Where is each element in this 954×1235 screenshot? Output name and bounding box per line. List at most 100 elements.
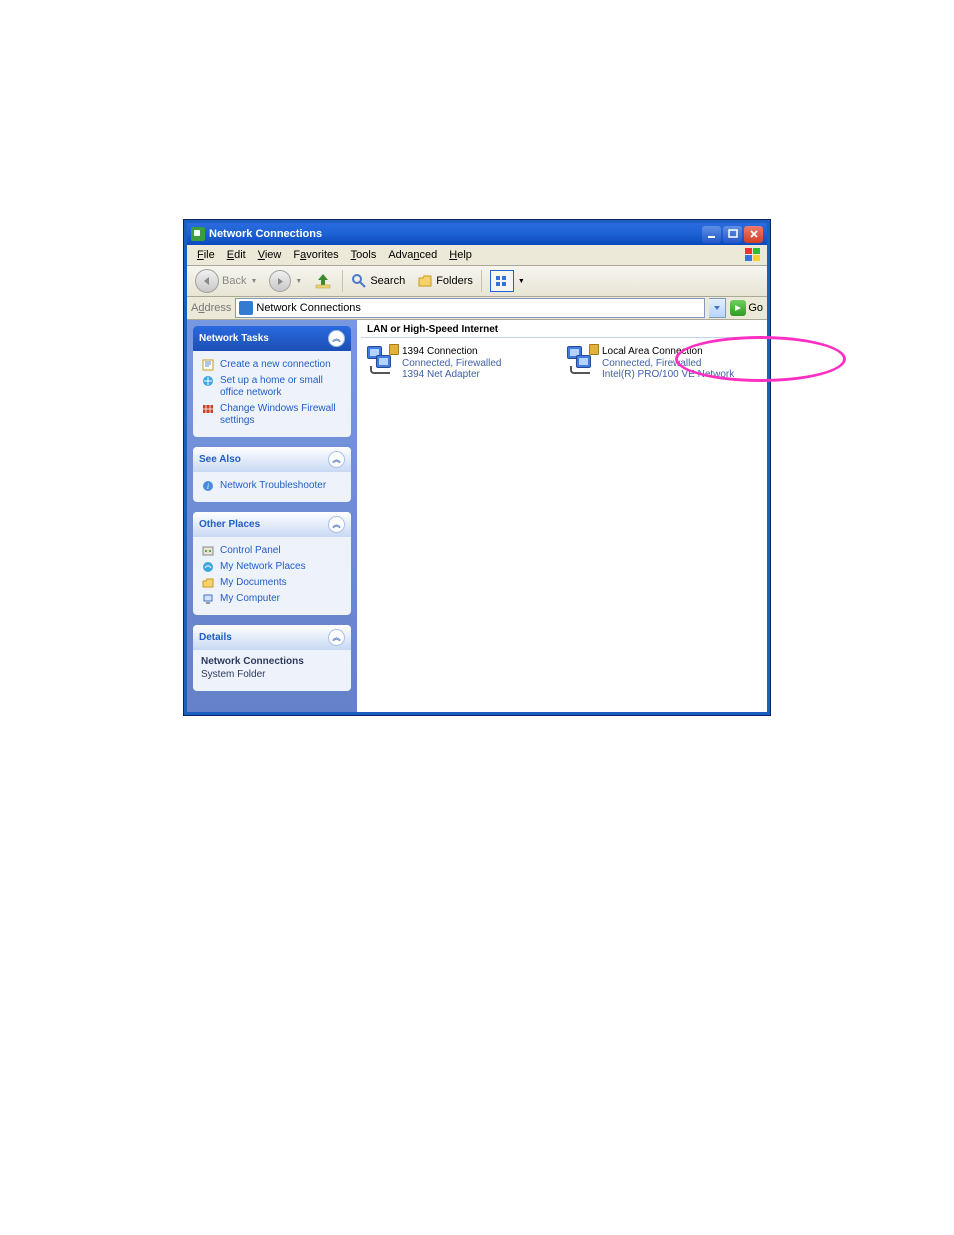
search-label: Search xyxy=(370,275,405,287)
control-panel-icon xyxy=(201,545,215,557)
collapse-icon: ︽ xyxy=(328,629,345,646)
connection-item-1394[interactable]: 1394 Connection Connected, Firewalled 13… xyxy=(367,346,537,381)
wizard-icon xyxy=(201,359,215,371)
back-label: Back xyxy=(222,275,246,287)
connection-device: Intel(R) PRO/100 VE Network xyxy=(602,369,734,381)
network-connections-icon xyxy=(191,227,205,241)
minimize-button[interactable] xyxy=(702,226,721,243)
connection-title: Local Area Connection xyxy=(602,346,734,358)
svg-text:i: i xyxy=(207,482,209,491)
task-label: Create a new connection xyxy=(220,359,331,371)
panel-title: Other Places xyxy=(199,519,260,530)
link-network-troubleshooter[interactable]: i Network Troubleshooter xyxy=(201,478,343,494)
menu-bar: File Edit View Favorites Tools Advanced … xyxy=(187,245,767,266)
task-label: Change Windows Firewall settings xyxy=(220,403,343,427)
maximize-button[interactable] xyxy=(723,226,742,243)
search-button[interactable]: Search xyxy=(347,271,409,291)
go-label: Go xyxy=(748,302,763,314)
views-button[interactable]: ▼ xyxy=(486,268,529,294)
titlebar[interactable]: Network Connections xyxy=(187,223,767,245)
firewall-icon xyxy=(201,403,215,427)
group-header: LAN or High-Speed Internet xyxy=(361,320,763,338)
connection-icon xyxy=(567,346,597,376)
firewall-lock-icon xyxy=(389,344,399,355)
body: Network Tasks ︽ Create a new connection … xyxy=(187,320,767,712)
forward-button[interactable]: ▼ xyxy=(265,268,306,294)
content-area[interactable]: LAN or High-Speed Internet 1394 Connecti… xyxy=(357,320,767,712)
panel-see-also: See Also ︽ i Network Troubleshooter xyxy=(193,447,351,502)
folders-button[interactable]: Folders xyxy=(413,271,477,291)
menu-edit[interactable]: Edit xyxy=(221,247,252,263)
toolbar: Back ▼ ▼ Search Folders xyxy=(187,266,767,297)
go-button[interactable]: Go xyxy=(730,300,763,316)
address-dropdown[interactable] xyxy=(709,298,726,318)
back-button[interactable]: Back ▼ xyxy=(191,267,261,295)
toolbar-separator xyxy=(481,270,482,292)
up-button[interactable] xyxy=(310,269,338,293)
panel-title: Details xyxy=(199,632,232,643)
firewall-lock-icon xyxy=(589,344,599,355)
address-icon xyxy=(239,301,253,315)
link-label: My Documents xyxy=(220,577,287,589)
link-label: Network Troubleshooter xyxy=(220,480,326,492)
task-label: Set up a home or small office network xyxy=(220,375,343,399)
menu-advanced[interactable]: Advanced xyxy=(382,247,443,263)
menu-tools[interactable]: Tools xyxy=(345,247,383,263)
link-label: Control Panel xyxy=(220,545,281,557)
window: Network Connections File Edit View Favor… xyxy=(184,220,770,715)
panel-head-see-also[interactable]: See Also ︽ xyxy=(193,447,351,472)
go-icon xyxy=(730,300,746,316)
address-label: Address xyxy=(191,302,231,314)
views-icon xyxy=(490,270,514,292)
details-name: Network Connections xyxy=(201,656,343,669)
panel-head-network-tasks[interactable]: Network Tasks ︽ xyxy=(193,326,351,351)
task-create-connection[interactable]: Create a new connection xyxy=(201,357,343,373)
link-my-network-places[interactable]: My Network Places xyxy=(201,559,343,575)
task-setup-home-network[interactable]: Set up a home or small office network xyxy=(201,373,343,401)
connection-status: Connected, Firewalled xyxy=(402,358,502,370)
computer-icon xyxy=(201,593,215,605)
folders-label: Folders xyxy=(436,275,473,287)
collapse-icon: ︽ xyxy=(328,451,345,468)
link-label: My Computer xyxy=(220,593,280,605)
menu-help[interactable]: Help xyxy=(443,247,478,263)
sidebar: Network Tasks ︽ Create a new connection … xyxy=(187,320,357,712)
collapse-icon: ︽ xyxy=(328,330,345,347)
connection-icon xyxy=(367,346,397,376)
network-places-icon xyxy=(201,561,215,573)
link-my-documents[interactable]: My Documents xyxy=(201,575,343,591)
panel-other-places: Other Places ︽ Control Panel My Network … xyxy=(193,512,351,615)
connection-device: 1394 Net Adapter xyxy=(402,369,502,381)
panel-head-details[interactable]: Details ︽ xyxy=(193,625,351,650)
address-bar: Address Network Connections Go xyxy=(187,297,767,320)
back-dropdown-icon: ▼ xyxy=(250,278,257,285)
panel-title: Network Tasks xyxy=(199,333,269,344)
connection-status: Connected, Firewalled xyxy=(602,358,734,370)
folder-icon xyxy=(201,577,215,589)
close-button[interactable] xyxy=(744,226,763,243)
back-icon xyxy=(195,269,219,293)
details-type: System Folder xyxy=(201,669,343,682)
address-input[interactable]: Network Connections xyxy=(235,298,705,318)
forward-icon xyxy=(269,270,291,292)
windows-flag-icon xyxy=(745,248,763,262)
link-control-panel[interactable]: Control Panel xyxy=(201,543,343,559)
info-icon: i xyxy=(201,480,215,492)
toolbar-separator xyxy=(342,270,343,292)
panel-network-tasks: Network Tasks ︽ Create a new connection … xyxy=(193,326,351,437)
link-label: My Network Places xyxy=(220,561,306,573)
link-my-computer[interactable]: My Computer xyxy=(201,591,343,607)
collapse-icon: ︽ xyxy=(328,516,345,533)
network-setup-icon xyxy=(201,375,215,399)
panel-head-other-places[interactable]: Other Places ︽ xyxy=(193,512,351,537)
menu-file[interactable]: File xyxy=(191,247,221,263)
menu-view[interactable]: View xyxy=(252,247,288,263)
address-value: Network Connections xyxy=(256,302,361,314)
connection-item-lan[interactable]: Local Area Connection Connected, Firewal… xyxy=(567,346,737,381)
connection-title: 1394 Connection xyxy=(402,346,502,358)
panel-title: See Also xyxy=(199,454,241,465)
panel-details: Details ︽ Network Connections System Fol… xyxy=(193,625,351,691)
menu-favorites[interactable]: Favorites xyxy=(287,247,344,263)
task-firewall-settings[interactable]: Change Windows Firewall settings xyxy=(201,401,343,429)
forward-dropdown-icon: ▼ xyxy=(295,278,302,285)
